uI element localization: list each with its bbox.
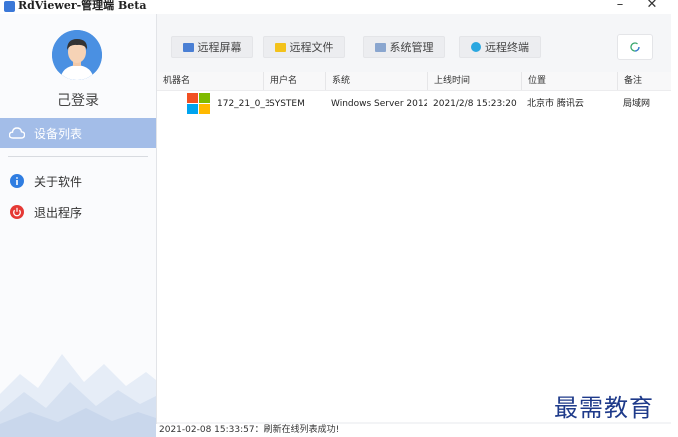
window-title: RdViewer-管理端 Beta bbox=[18, 0, 147, 12]
button-label: 系统管理 bbox=[389, 41, 434, 54]
button-label: 远程终端 bbox=[485, 41, 529, 54]
sidebar-item-exit[interactable]: 退出程序 bbox=[0, 197, 156, 227]
title-bar: RdViewer-管理端 Beta – ✕ bbox=[0, 0, 678, 14]
remote-terminal-button[interactable]: 远程终端 bbox=[459, 36, 541, 58]
column-header-note[interactable]: 备注 bbox=[617, 72, 672, 90]
mountain-background bbox=[0, 354, 156, 437]
sidebar: 己登录 设备列表 关于软件 退出程序 bbox=[0, 14, 156, 437]
avatar bbox=[52, 30, 102, 80]
sidebar-divider bbox=[8, 156, 148, 157]
login-status: 己登录 bbox=[57, 93, 99, 109]
sidebar-item-about[interactable]: 关于软件 bbox=[0, 166, 156, 196]
windows-icon bbox=[187, 91, 211, 117]
terminal-icon bbox=[471, 42, 481, 52]
remote-screen-button[interactable]: 远程屏幕 bbox=[171, 36, 253, 58]
sidebar-item-label: 退出程序 bbox=[34, 205, 83, 220]
info-icon bbox=[9, 173, 25, 189]
toolbar: 远程屏幕 远程文件 系统管理 远程终端 bbox=[157, 14, 671, 72]
monitor-icon bbox=[182, 42, 194, 52]
cell-online-time: 2021/2/8 15:23:20 bbox=[433, 99, 517, 109]
main-panel: 远程屏幕 远程文件 系统管理 远程终端 机器名 用户名 系统 上线时间 位置 备… bbox=[156, 14, 671, 424]
table-row[interactable]: 172_21_0_3 SYSTEM Windows Server 2012 ..… bbox=[157, 91, 671, 117]
cell-note: 局域网 bbox=[623, 99, 651, 109]
folder-icon bbox=[274, 42, 286, 52]
cell-user: SYSTEM bbox=[269, 99, 305, 109]
sidebar-item-label: 关于软件 bbox=[34, 174, 83, 189]
user-avatar-icon bbox=[52, 30, 102, 80]
column-header-online-time[interactable]: 上线时间 bbox=[427, 72, 518, 90]
button-label: 远程屏幕 bbox=[197, 41, 242, 54]
column-header-machine[interactable]: 机器名 bbox=[157, 72, 263, 90]
sidebar-item-device-list[interactable]: 设备列表 bbox=[0, 118, 156, 148]
sidebar-item-label: 设备列表 bbox=[34, 126, 83, 141]
cell-os: Windows Server 2012 ... bbox=[331, 99, 427, 109]
minimize-button[interactable]: – bbox=[606, 0, 634, 14]
button-label: 远程文件 bbox=[289, 41, 334, 54]
system-icon bbox=[374, 42, 386, 52]
refresh-icon bbox=[630, 42, 640, 52]
remote-file-button[interactable]: 远程文件 bbox=[263, 36, 345, 58]
device-table: 机器名 用户名 系统 上线时间 位置 备注 172_21_0_3 SYSTEM … bbox=[157, 72, 671, 422]
app-icon bbox=[4, 1, 15, 12]
watermark: 最需教育 bbox=[554, 394, 654, 422]
refresh-button[interactable] bbox=[617, 34, 653, 60]
column-header-location[interactable]: 位置 bbox=[521, 72, 612, 90]
system-management-button[interactable]: 系统管理 bbox=[363, 36, 445, 58]
column-header-os[interactable]: 系统 bbox=[325, 72, 422, 90]
cell-machine: 172_21_0_3 bbox=[217, 99, 269, 109]
close-button[interactable]: ✕ bbox=[638, 0, 666, 14]
status-bar: 2021-02-08 15:33:57：刷新在线列表成功! bbox=[156, 424, 673, 437]
table-header: 机器名 用户名 系统 上线时间 位置 备注 bbox=[157, 72, 671, 91]
column-header-user[interactable]: 用户名 bbox=[263, 72, 326, 90]
cloud-icon bbox=[9, 125, 25, 141]
cell-location: 北京市 腾讯云 bbox=[527, 99, 584, 109]
power-icon bbox=[9, 204, 25, 220]
